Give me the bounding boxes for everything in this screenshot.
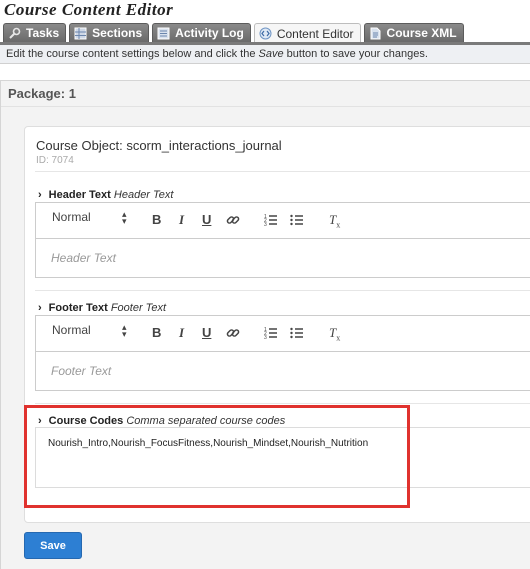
tab-bar: Tasks Sections Activity Log Content Edit… — [3, 23, 467, 43]
editor-toolbar: Normal ▴ ▾ B I U 123 Tx — [36, 316, 530, 352]
code-icon — [259, 27, 272, 40]
link-icon[interactable] — [226, 326, 240, 343]
underline-button[interactable]: U — [202, 325, 211, 340]
tab-label: Sections — [92, 26, 143, 40]
tab-label: Tasks — [26, 26, 60, 40]
tab-activity-log[interactable]: Activity Log — [152, 23, 251, 42]
clear-format-button[interactable]: Tx — [329, 325, 340, 343]
course-object-title: Course Object: scorm_interactions_journa… — [36, 138, 282, 153]
divider — [35, 171, 530, 172]
ordered-list-icon[interactable]: 123 — [264, 213, 278, 230]
chevron-right-icon: › — [38, 415, 42, 427]
app-title: Course Content Editor — [4, 0, 174, 19]
info-text-suffix: button to save your changes. — [283, 48, 428, 60]
course-codes-value: Nourish_Intro,Nourish_FocusFitness,Nouri… — [48, 438, 369, 449]
section-hint: Comma separated course codes — [126, 415, 286, 427]
tab-label: Course XML — [386, 26, 457, 40]
info-bar: Edit the course content settings below a… — [0, 45, 530, 64]
package-title: Package: 1 — [8, 86, 76, 101]
bullet-list-icon[interactable] — [290, 326, 304, 343]
tab-content-editor[interactable]: Content Editor — [253, 23, 361, 43]
italic-button[interactable]: I — [179, 325, 184, 341]
package-panel: Package: 1 Course Object: scorm_interact… — [0, 80, 530, 569]
footer-text-editor: Normal ▴ ▾ B I U 123 Tx Footer Text — [35, 315, 530, 391]
info-save-word: Save — [258, 48, 284, 60]
section-hint: Footer Text — [110, 302, 167, 314]
editor-toolbar: Normal ▴ ▾ B I U 123 Tx — [36, 203, 530, 239]
header-text-editor: Normal ▴ ▾ B I U 123 Tx Header Text — [35, 202, 530, 278]
course-codes-input[interactable]: Nourish_Intro,Nourish_FocusFitness,Nouri… — [35, 427, 530, 488]
section-label: Header Text — [48, 189, 111, 201]
course-object-id: ID: 7074 — [36, 155, 74, 166]
bullet-list-icon[interactable] — [290, 213, 304, 230]
header-text-toggle[interactable]: › Header Text Header Text — [38, 189, 173, 201]
format-select[interactable]: Normal ▴ ▾ — [52, 209, 130, 226]
chevron-right-icon: › — [38, 302, 42, 314]
italic-button[interactable]: I — [179, 212, 184, 228]
document-icon — [369, 27, 382, 40]
tab-label: Activity Log — [175, 26, 244, 40]
tab-label: Content Editor — [276, 26, 354, 41]
chevron-right-icon: › — [38, 189, 42, 201]
section-label: Course Codes — [48, 415, 124, 427]
bold-button[interactable]: B — [152, 325, 161, 340]
tab-course-xml[interactable]: Course XML — [363, 23, 464, 42]
footer-text-placeholder[interactable]: Footer Text — [51, 364, 111, 378]
updown-arrows-icon: ▴ ▾ — [122, 209, 127, 226]
save-button[interactable]: Save — [24, 532, 82, 559]
tab-tasks[interactable]: Tasks — [3, 23, 67, 42]
wrench-icon — [8, 27, 21, 40]
divider — [1, 106, 530, 107]
format-select[interactable]: Normal ▴ ▾ — [52, 322, 130, 339]
svg-text:3: 3 — [264, 222, 267, 227]
divider — [35, 403, 530, 404]
format-value: Normal — [52, 323, 91, 337]
info-text: Edit the course content settings below a… — [6, 48, 259, 60]
bold-button[interactable]: B — [152, 212, 161, 227]
section-label: Footer Text — [48, 302, 108, 314]
list-icon — [157, 27, 170, 40]
section-hint: Header Text — [113, 189, 174, 201]
link-icon[interactable] — [226, 213, 240, 230]
course-object-card: Course Object: scorm_interactions_journa… — [24, 126, 530, 523]
header-text-placeholder[interactable]: Header Text — [51, 251, 116, 265]
tab-sections[interactable]: Sections — [69, 23, 150, 42]
svg-text:3: 3 — [264, 335, 267, 340]
footer-text-toggle[interactable]: › Footer Text Footer Text — [38, 302, 166, 314]
divider — [35, 290, 530, 291]
ordered-list-icon[interactable]: 123 — [264, 326, 278, 343]
updown-arrows-icon: ▴ ▾ — [122, 322, 127, 339]
grid-icon — [74, 27, 87, 40]
course-codes-toggle[interactable]: › Course Codes Comma separated course cod… — [38, 415, 285, 427]
clear-format-button[interactable]: Tx — [329, 212, 340, 230]
underline-button[interactable]: U — [202, 212, 211, 227]
format-value: Normal — [52, 210, 91, 224]
